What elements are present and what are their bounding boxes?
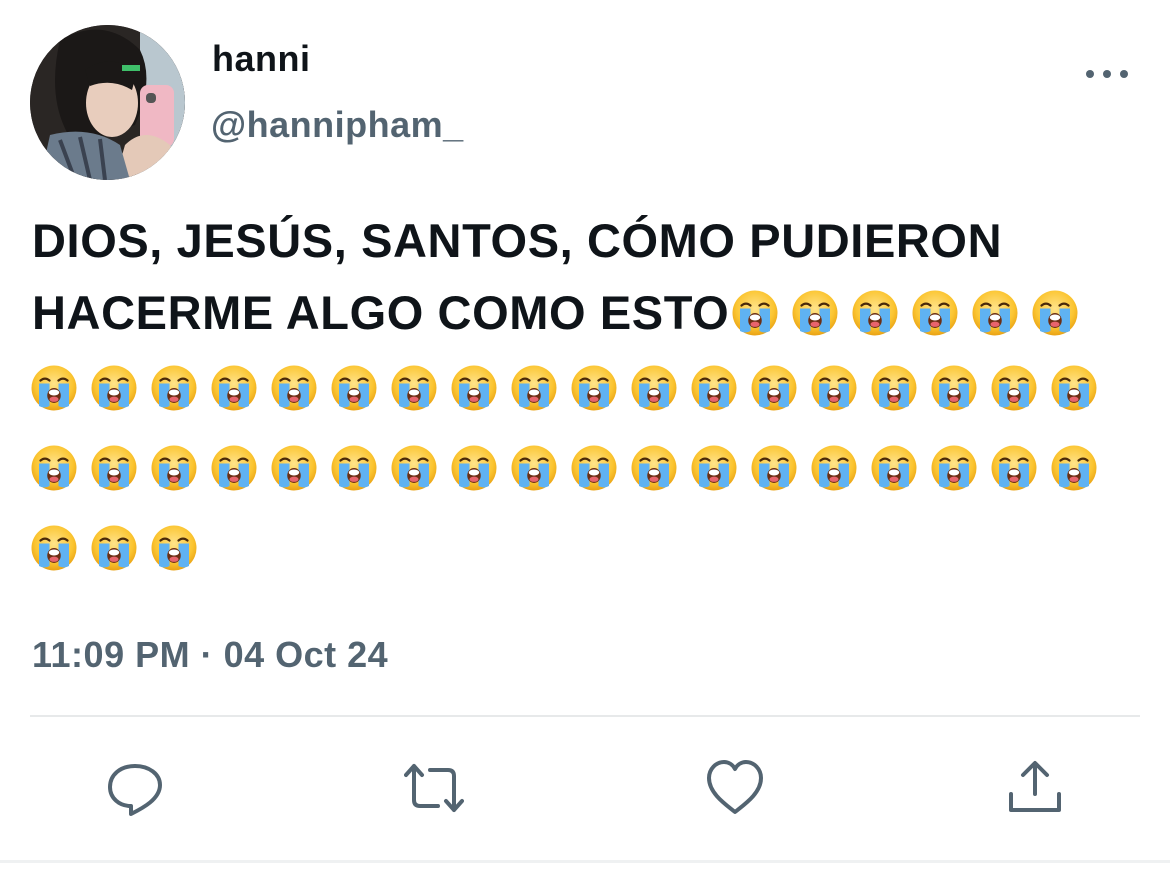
emoji-row	[30, 444, 1098, 492]
loudly-crying-face-icon	[570, 444, 618, 492]
loudly-crying-face-icon	[150, 524, 198, 572]
like-icon	[707, 760, 763, 814]
loudly-crying-face-icon	[690, 364, 738, 412]
loudly-crying-face-icon	[330, 364, 378, 412]
more-dot	[1086, 70, 1094, 78]
loudly-crying-face-icon	[1031, 289, 1079, 337]
tweet-text-line-1: DIOS, JESÚS, SANTOS, CÓMO PUDIERON	[32, 214, 1003, 267]
loudly-crying-face-icon	[731, 289, 779, 337]
loudly-crying-face-icon	[150, 444, 198, 492]
share-icon	[1009, 761, 1061, 812]
loudly-crying-face-icon	[870, 364, 918, 412]
share-button[interactable]	[1005, 758, 1065, 818]
loudly-crying-face-icon	[270, 444, 318, 492]
loudly-crying-face-icon	[750, 444, 798, 492]
loudly-crying-face-icon	[1050, 444, 1098, 492]
loudly-crying-face-icon	[510, 444, 558, 492]
loudly-crying-face-icon	[510, 364, 558, 412]
loudly-crying-face-icon	[450, 444, 498, 492]
more-options-icon[interactable]	[1086, 56, 1128, 92]
loudly-crying-face-icon	[870, 444, 918, 492]
loudly-crying-face-icon	[930, 444, 978, 492]
bottom-divider	[0, 860, 1170, 863]
line-2-emojis	[731, 289, 1079, 337]
loudly-crying-face-icon	[990, 364, 1038, 412]
emoji-row	[30, 524, 198, 572]
like-button[interactable]	[705, 758, 765, 818]
tweet-timestamp[interactable]: 11:09 PM · 04 Oct 24	[32, 634, 388, 676]
loudly-crying-face-icon	[690, 444, 738, 492]
loudly-crying-face-icon	[911, 289, 959, 337]
loudly-crying-face-icon	[210, 364, 258, 412]
user-handle[interactable]: @hannipham_	[211, 104, 464, 146]
avatar-photo	[30, 25, 185, 180]
loudly-crying-face-icon	[630, 364, 678, 412]
emoji-row	[30, 364, 1098, 412]
loudly-crying-face-icon	[30, 364, 78, 412]
retweet-icon	[404, 764, 464, 812]
loudly-crying-face-icon	[630, 444, 678, 492]
loudly-crying-face-icon	[210, 444, 258, 492]
loudly-crying-face-icon	[810, 364, 858, 412]
loudly-crying-face-icon	[570, 364, 618, 412]
tweet-text-line-2-wrap: HACERME ALGO COMO ESTO	[32, 277, 1157, 349]
more-dot	[1120, 70, 1128, 78]
retweet-button[interactable]	[404, 758, 464, 818]
more-dot	[1103, 70, 1111, 78]
display-name[interactable]: hanni	[212, 38, 311, 80]
reply-icon	[108, 764, 162, 816]
loudly-crying-face-icon	[450, 364, 498, 412]
loudly-crying-face-icon	[30, 524, 78, 572]
loudly-crying-face-icon	[990, 444, 1038, 492]
loudly-crying-face-icon	[1050, 364, 1098, 412]
loudly-crying-face-icon	[390, 444, 438, 492]
loudly-crying-face-icon	[851, 289, 899, 337]
avatar[interactable]	[30, 25, 185, 180]
tweet-text-line-2: HACERME ALGO COMO ESTO	[32, 286, 730, 339]
tweet-text: DIOS, JESÚS, SANTOS, CÓMO PUDIERON HACER…	[32, 205, 1157, 349]
divider	[30, 715, 1140, 717]
loudly-crying-face-icon	[390, 364, 438, 412]
loudly-crying-face-icon	[90, 444, 138, 492]
loudly-crying-face-icon	[791, 289, 839, 337]
loudly-crying-face-icon	[90, 524, 138, 572]
loudly-crying-face-icon	[30, 444, 78, 492]
loudly-crying-face-icon	[810, 444, 858, 492]
loudly-crying-face-icon	[750, 364, 798, 412]
loudly-crying-face-icon	[150, 364, 198, 412]
loudly-crying-face-icon	[971, 289, 1019, 337]
loudly-crying-face-icon	[930, 364, 978, 412]
loudly-crying-face-icon	[270, 364, 318, 412]
reply-button[interactable]	[105, 758, 165, 818]
loudly-crying-face-icon	[330, 444, 378, 492]
loudly-crying-face-icon	[90, 364, 138, 412]
